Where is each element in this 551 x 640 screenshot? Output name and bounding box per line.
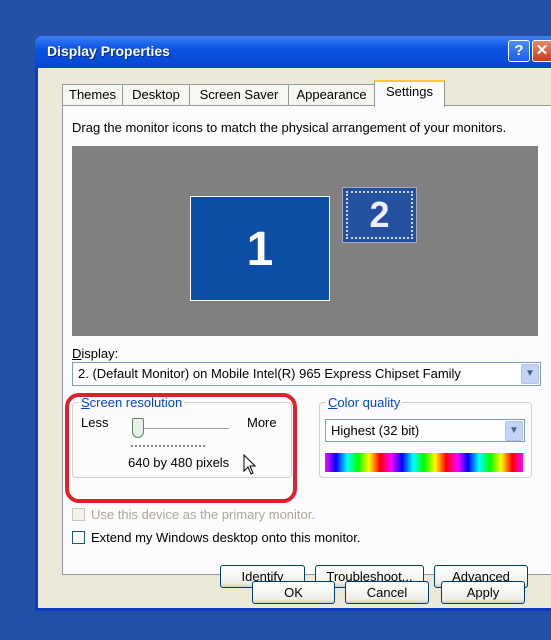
title-bar[interactable]: Display Properties ? ✕ xyxy=(35,36,551,68)
help-button[interactable]: ? xyxy=(508,40,530,62)
color-quality-dropdown[interactable]: Highest (32 bit) ▼ xyxy=(325,419,525,442)
primary-monitor-label: Use this device as the primary monitor. xyxy=(91,507,315,522)
display-value: 2. (Default Monitor) on Mobile Intel(R) … xyxy=(78,366,461,381)
ok-button[interactable]: OK xyxy=(252,581,335,604)
tab-appearance[interactable]: Appearance xyxy=(288,84,375,106)
settings-panel: Drag the monitor icons to match the phys… xyxy=(62,105,551,588)
extend-desktop-checkbox[interactable] xyxy=(72,531,85,544)
window-title: Display Properties xyxy=(47,43,170,59)
cancel-button[interactable]: Cancel xyxy=(345,581,429,604)
monitor-1-icon[interactable]: 1 xyxy=(190,196,330,301)
tab-screen-saver[interactable]: Screen Saver xyxy=(189,84,289,106)
display-properties-window: Display Properties ? ✕ Themes Desktop Sc… xyxy=(35,36,551,611)
extend-desktop-label: Extend my Windows desktop onto this moni… xyxy=(91,530,361,545)
color-quality-legend: Color quality xyxy=(326,395,403,410)
chevron-down-icon[interactable]: ▼ xyxy=(521,364,539,384)
primary-monitor-checkbox-row[interactable]: Use this device as the primary monitor. xyxy=(72,507,315,522)
instruction-text: Drag the monitor icons to match the phys… xyxy=(72,120,507,135)
apply-button[interactable]: Apply xyxy=(441,581,525,604)
primary-monitor-checkbox[interactable] xyxy=(72,508,85,521)
display-dropdown[interactable]: 2. (Default Monitor) on Mobile Intel(R) … xyxy=(72,362,541,386)
tab-settings[interactable]: Settings xyxy=(374,80,445,107)
chevron-down-icon[interactable]: ▼ xyxy=(505,421,523,441)
color-quality-value: Highest (32 bit) xyxy=(331,423,420,438)
tab-themes[interactable]: Themes xyxy=(62,84,123,106)
tab-desktop[interactable]: Desktop xyxy=(122,84,190,106)
extend-desktop-checkbox-row[interactable]: Extend my Windows desktop onto this moni… xyxy=(72,530,361,545)
red-highlight-annotation xyxy=(65,393,297,503)
monitor-arrangement-area[interactable]: 1 2 xyxy=(72,146,538,336)
color-spectrum-bar xyxy=(325,453,523,472)
color-quality-group: Color quality Highest (32 bit) ▼ xyxy=(319,395,532,478)
close-button[interactable]: ✕ xyxy=(532,40,551,62)
monitor-2-icon[interactable]: 2 xyxy=(342,187,417,243)
display-label: Display: xyxy=(72,346,119,361)
